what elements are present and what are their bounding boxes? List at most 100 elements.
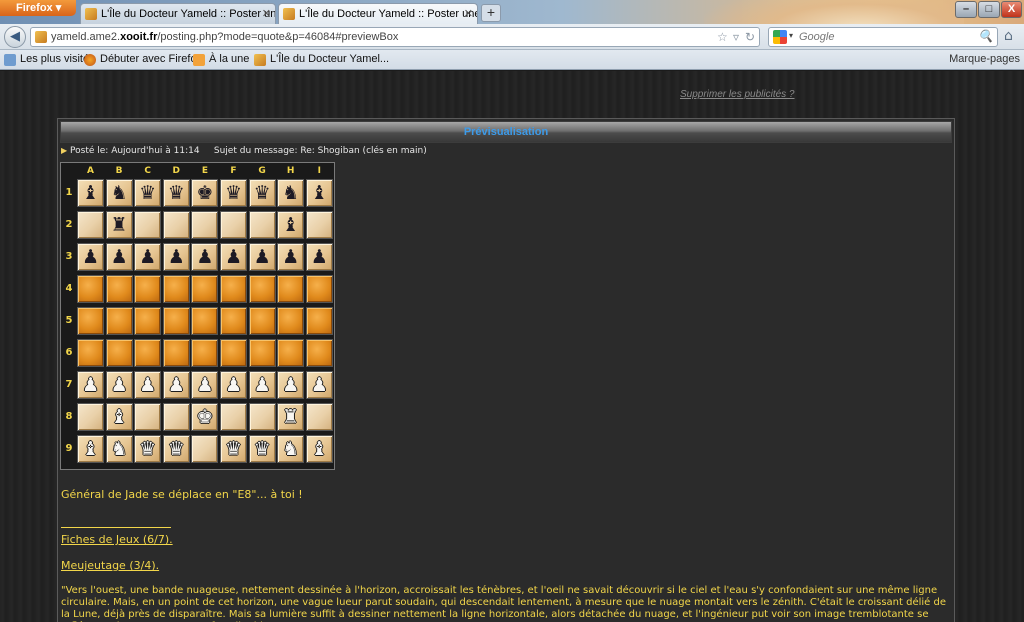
back-button[interactable]: ◀	[4, 26, 26, 48]
row-header: 6	[65, 347, 73, 358]
board-cell	[105, 307, 133, 335]
board-cell	[162, 211, 190, 239]
white-gold-piece-icon: ♛	[167, 438, 185, 460]
board-cell: ♝	[77, 435, 104, 463]
quote-text: "Vers l'ouest, une bande nuageuse, nette…	[61, 585, 946, 622]
board-cell	[305, 307, 333, 335]
board-cell	[305, 339, 333, 367]
board-cell: ♟	[248, 243, 276, 271]
close-tab-icon[interactable]: ✕	[262, 7, 271, 20]
url-prefix: yameld.ame2.	[51, 31, 121, 43]
board-cell	[162, 339, 190, 367]
board-cell	[77, 307, 104, 335]
bookmarks-menu-button[interactable]: Marque-pages	[949, 53, 1020, 65]
board-cell	[305, 211, 333, 239]
board-cell: ♞	[105, 435, 133, 463]
url-host: xooit.fr	[120, 31, 158, 43]
board-cell: ♟	[77, 371, 104, 399]
minimize-button[interactable]: –	[955, 1, 977, 18]
game-sheets-link[interactable]: Fiches de Jeux (6/7).	[61, 533, 173, 546]
site-favicon-icon	[283, 8, 295, 20]
board-cell: ♟	[305, 243, 333, 271]
board-cell: ♞	[277, 179, 305, 207]
remove-ads-link[interactable]: Supprimer les publicités ?	[680, 89, 795, 100]
firefox-menu-button[interactable]: Firefox ▾	[0, 0, 76, 16]
board-cell: ♟	[277, 243, 305, 271]
white-pawn-piece-icon: ♟	[253, 374, 271, 396]
board-cell	[77, 339, 104, 367]
tab-1[interactable]: L'Île du Docteur Yameld :: Poster une ..…	[80, 3, 276, 24]
white-pawn-piece-icon: ♟	[310, 374, 328, 396]
black-knight-piece-icon: ♞	[110, 182, 128, 204]
white-king-piece-icon: ♚	[196, 406, 214, 428]
white-pawn-piece-icon: ♟	[81, 374, 100, 396]
maximize-button[interactable]: □	[978, 1, 1000, 18]
bookmark-yameld[interactable]: L'Île du Docteur Yamel...	[254, 53, 390, 66]
rss-icon	[193, 54, 205, 66]
black-rook-piece-icon: ♜	[110, 214, 128, 236]
url-bar[interactable]: yameld.ame2.xooit.fr/posting.php?mode=qu…	[30, 27, 760, 47]
black-gold-piece-icon: ♛	[167, 182, 185, 204]
board-cell	[134, 275, 162, 303]
home-icon[interactable]: ⌂	[1004, 28, 1013, 44]
board-cell	[305, 403, 333, 431]
board-cell	[191, 211, 219, 239]
post-subject: Sujet du message: Re: Shogiban (clés en …	[213, 146, 427, 156]
row-header: 5	[65, 315, 73, 326]
column-header: A	[87, 166, 94, 176]
board-cell: ♝	[105, 403, 133, 431]
board-cell	[191, 307, 219, 335]
white-bishop-piece-icon: ♝	[110, 406, 128, 428]
reload-icon[interactable]: ↻	[745, 30, 755, 44]
board-cell: ♛	[248, 435, 276, 463]
board-cell	[248, 211, 276, 239]
bookmark-folder-icon	[4, 54, 16, 66]
post-marker-icon: ▶	[61, 146, 68, 155]
board-cell: ♛	[220, 435, 247, 463]
board-cell	[220, 211, 247, 239]
close-tab-icon[interactable]: ✕	[464, 7, 473, 20]
board-cell	[220, 275, 247, 303]
board-cell	[277, 339, 305, 367]
site-favicon-icon	[85, 8, 97, 20]
board-cell: ♟	[220, 371, 247, 399]
white-gold-piece-icon: ♛	[224, 438, 243, 460]
black-knight-piece-icon: ♞	[282, 182, 300, 204]
board-cell: ♚	[191, 179, 219, 207]
post-date: Posté le: Aujourd'hui à 11:14	[70, 146, 200, 156]
bookmark-label: L'Île du Docteur Yamel...	[270, 53, 390, 65]
black-lance-piece-icon: ♝	[81, 182, 100, 204]
board-cell	[134, 403, 162, 431]
new-tab-button[interactable]: +	[481, 4, 501, 22]
search-field[interactable]: ▾ Google 🔍	[768, 27, 998, 47]
white-rook-piece-icon: ♜	[282, 406, 300, 428]
board-cell	[277, 307, 305, 335]
meujeutage-link[interactable]: Meujeutage (3/4).	[61, 559, 159, 572]
board-cell: ♟	[191, 243, 219, 271]
magnifier-icon[interactable]: 🔍	[978, 29, 993, 43]
bookmark-most-visited[interactable]: Les plus visités	[4, 53, 95, 66]
column-header: E	[201, 166, 208, 176]
close-window-button[interactable]: X	[1001, 1, 1022, 18]
board-cell: ♟	[277, 371, 305, 399]
board-cell	[248, 339, 276, 367]
bookmark-star-icon[interactable]: ☆	[717, 30, 728, 44]
board-cell: ♟	[105, 243, 133, 271]
search-engine-dropdown-icon[interactable]: ▾	[789, 31, 793, 40]
bookmark-getting-started[interactable]: Débuter avec Firefox	[84, 53, 202, 66]
white-knight-piece-icon: ♞	[282, 438, 300, 460]
tab-bar: Firefox ▾ L'Île du Docteur Yameld :: Pos…	[0, 0, 1024, 70]
bookmark-headlines[interactable]: À la une	[193, 53, 249, 66]
column-header: F	[230, 166, 237, 176]
board-cell: ♟	[220, 243, 247, 271]
black-pawn-piece-icon: ♟	[224, 246, 243, 268]
black-lance-piece-icon: ♝	[310, 182, 328, 204]
dropdown-icon[interactable]: ▿	[733, 30, 739, 44]
browser-window: Firefox ▾ L'Île du Docteur Yameld :: Pos…	[0, 0, 1024, 622]
tab-2[interactable]: L'Île du Docteur Yameld :: Poster une ..…	[278, 3, 478, 24]
board-cell: ♛	[134, 435, 162, 463]
white-pawn-piece-icon: ♟	[139, 374, 157, 396]
board-cell	[162, 307, 190, 335]
white-knight-piece-icon: ♞	[110, 438, 128, 460]
white-pawn-piece-icon: ♟	[224, 374, 243, 396]
